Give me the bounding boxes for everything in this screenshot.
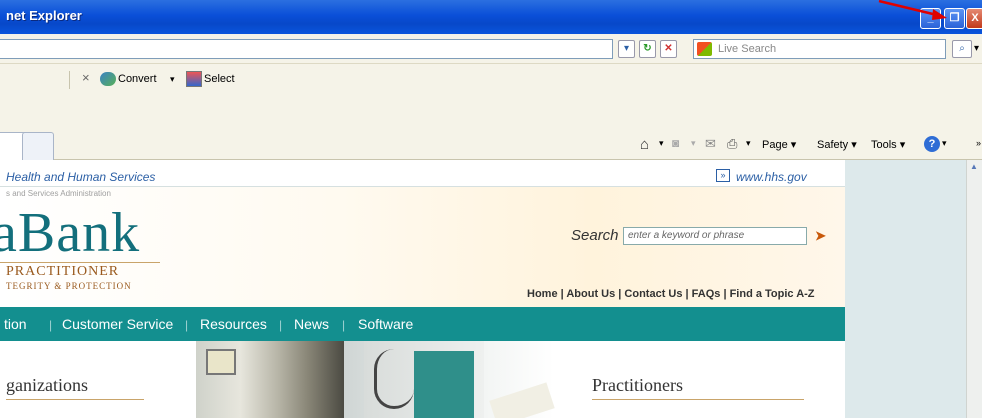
convert-dropdown-icon[interactable]: ▾ (170, 74, 175, 85)
main-nav: tion | Customer Service | Resources | Ne… (0, 307, 846, 341)
top-links[interactable]: Home | About Us | Contact Us | FAQs | Fi… (527, 288, 815, 300)
scroll-up-icon[interactable]: ▲ (970, 162, 978, 171)
convert-button[interactable]: Convert (118, 73, 157, 85)
nav-separator: | (279, 318, 283, 332)
hrsa-subtitle: s and Services Administration (6, 189, 111, 198)
live-search-input[interactable]: Live Search (693, 39, 946, 59)
window-title: net Explorer (6, 8, 82, 23)
tools-menu[interactable]: Tools ▾ (871, 138, 905, 151)
nav-separator: | (49, 318, 53, 332)
external-link-icon: » (716, 169, 730, 182)
logo-subtitle-1: PRACTITIONER (6, 264, 120, 279)
site-logo[interactable]: aBank (0, 201, 140, 265)
search-go-arrow-icon[interactable]: ➤ (815, 228, 826, 244)
search-icon: ⌕ (959, 43, 965, 54)
mail-icon[interactable]: ✉ (705, 136, 721, 152)
help-icon[interactable]: ? (924, 136, 940, 152)
search-button[interactable]: ⌕ (952, 40, 972, 58)
select-pdf-icon (186, 71, 202, 87)
page-right-margin: ▲ (845, 160, 982, 418)
address-field[interactable] (0, 39, 613, 59)
refresh-button[interactable]: ↻ (639, 40, 656, 58)
stop-icon: ✕ (664, 43, 673, 54)
organizations-underline (6, 399, 144, 400)
toolbar-divider (69, 71, 70, 89)
toolbar-empty-row (0, 96, 982, 130)
live-search-logo-icon (697, 42, 712, 56)
nav-item-customer-service[interactable]: Customer Service (62, 316, 173, 332)
stethoscope-icon (374, 349, 414, 409)
web-page: Health and Human Services » www.hhs.gov … (0, 160, 982, 418)
search-label: Search (571, 227, 619, 244)
toolbar-row: × Convert ▾ Select (0, 64, 982, 96)
ie-window: net Explorer _ ❐ X ▾ ↻ ✕ Live Search ⌕ ▾ (0, 0, 982, 418)
practitioner-photo (344, 341, 555, 418)
photo-papers (489, 382, 555, 418)
close-button[interactable]: X (966, 8, 982, 29)
safety-menu[interactable]: Safety ▾ (817, 138, 857, 151)
tools-menu-label: Tools (871, 139, 897, 151)
nav-item-news[interactable]: News (294, 316, 329, 332)
nav-separator: | (342, 318, 346, 332)
help-dropdown-icon[interactable]: ▾ (942, 138, 947, 149)
feeds-icon[interactable]: ◙ (672, 136, 688, 152)
nav-item-software[interactable]: Software (358, 316, 413, 332)
practitioners-underline (592, 399, 804, 400)
live-search-placeholder: Live Search (718, 43, 777, 55)
select-button[interactable]: Select (204, 73, 235, 85)
nav-separator: | (185, 318, 189, 332)
logo-subtitle-2: TEGRITY & PROTECTION (6, 281, 132, 291)
feeds-dropdown-icon[interactable]: ▾ (691, 138, 696, 149)
hhs-url-link[interactable]: www.hhs.gov (736, 170, 807, 184)
address-bar-row: ▾ ↻ ✕ Live Search ⌕ ▾ (0, 34, 982, 64)
hhs-header: Health and Human Services » www.hhs.gov (0, 163, 846, 187)
convert-pdf-icon (100, 72, 116, 86)
search-options-chevron-icon[interactable]: ▾ (974, 43, 979, 54)
title-bar: net Explorer _ ❐ X (0, 0, 982, 34)
home-dropdown-icon[interactable]: ▾ (659, 138, 664, 149)
address-dropdown-button[interactable]: ▾ (618, 40, 635, 58)
stop-button[interactable]: ✕ (660, 40, 677, 58)
annotation-arrow-icon (878, 0, 947, 20)
chevron-down-icon: ▾ (623, 43, 630, 54)
chevron-more-icon[interactable]: » (976, 138, 981, 148)
practitioners-heading[interactable]: Practitioners (592, 375, 683, 396)
photo-scrubs (414, 351, 474, 418)
nav-item-resources[interactable]: Resources (200, 316, 267, 332)
site-search-input[interactable]: enter a keyword or phrase (623, 227, 807, 245)
print-dropdown-icon[interactable]: ▾ (746, 138, 751, 149)
site-banner: s and Services Administration aBank PRAC… (0, 187, 846, 307)
vertical-scrollbar[interactable]: ▲ (966, 160, 982, 418)
photo-window (206, 349, 236, 375)
tab-row: ⌂ ▾ ◙ ▾ ✉ ⎙ ▾ Page ▾ Safety ▾ Tools ▾ ? … (0, 130, 982, 160)
content-area: ganizations Practitioners (0, 341, 846, 418)
page-menu-label: Page (762, 139, 788, 151)
home-icon[interactable]: ⌂ (640, 136, 656, 153)
new-tab-button[interactable] (22, 132, 54, 160)
refresh-icon: ↻ (643, 43, 652, 54)
nav-item-0[interactable]: tion (4, 316, 27, 332)
hhs-link[interactable]: Health and Human Services (6, 170, 155, 184)
toolbar-close-icon[interactable]: × (82, 70, 90, 85)
page-menu[interactable]: Page ▾ (762, 138, 796, 151)
logo-divider (0, 262, 160, 263)
print-icon[interactable]: ⎙ (727, 136, 743, 152)
hospital-photo (196, 341, 344, 418)
safety-menu-label: Safety (817, 139, 849, 151)
organizations-heading[interactable]: ganizations (6, 375, 88, 396)
